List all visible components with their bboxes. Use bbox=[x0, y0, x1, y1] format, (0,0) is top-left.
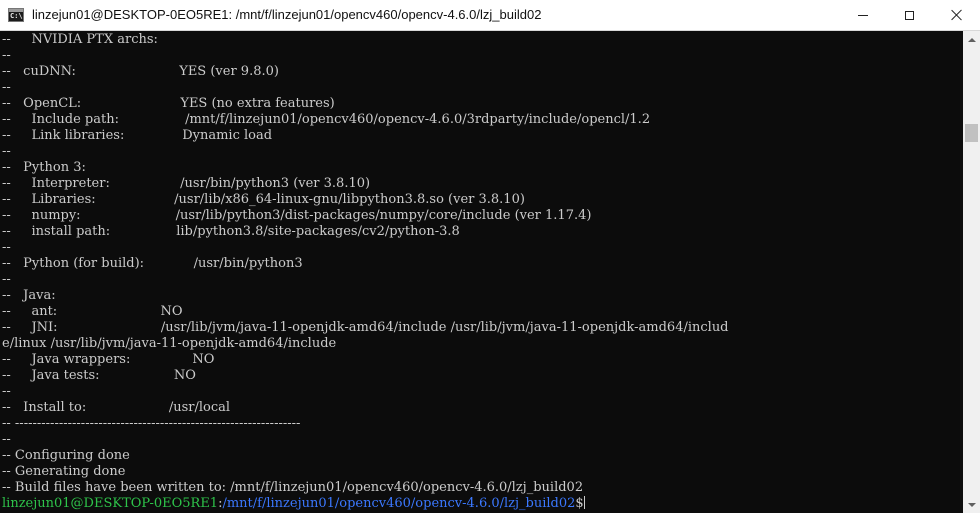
maximize-icon bbox=[904, 10, 914, 20]
scroll-down-button[interactable] bbox=[963, 496, 980, 513]
terminal-line: -- Include path: /mnt/f/linzejun01/openc… bbox=[2, 112, 651, 127]
terminal-line: -- bbox=[2, 384, 11, 399]
shell-prompt[interactable]: linzejun01@DESKTOP-0EO5RE1:/mnt/f/linzej… bbox=[2, 496, 729, 512]
terminal-line: -- Java wrappers: NO bbox=[2, 352, 215, 367]
terminal-line: -- JNI: /usr/lib/jvm/java-11-openjdk-amd… bbox=[2, 320, 729, 335]
scroll-up-button[interactable] bbox=[963, 31, 980, 48]
minimize-button[interactable] bbox=[840, 0, 886, 30]
terminal-line: -- Interpreter: /usr/bin/python3 (ver 3.… bbox=[2, 176, 371, 191]
terminal-line: -- bbox=[2, 272, 11, 287]
terminal-line: -- Python 3: bbox=[2, 160, 86, 175]
terminal-line: -- numpy: /usr/lib/python3/dist-packages… bbox=[2, 208, 592, 223]
terminal-line: -- Python (for build): /usr/bin/python3 bbox=[2, 256, 303, 271]
terminal-line: -- cuDNN: YES (ver 9.8.0) bbox=[2, 64, 279, 79]
text-cursor bbox=[583, 496, 585, 509]
terminal-line: -- bbox=[2, 48, 11, 63]
terminal-line: -- Libraries: /usr/lib/x86_64-linux-gnu/… bbox=[2, 192, 525, 207]
scrollbar-thumb[interactable] bbox=[965, 124, 978, 142]
terminal-line: -- Java: bbox=[2, 288, 56, 303]
prompt-path: /mnt/f/linzejun01/opencv460/opencv-4.6.0… bbox=[222, 496, 576, 511]
vertical-scrollbar[interactable] bbox=[963, 31, 980, 513]
terminal-line: -- bbox=[2, 240, 11, 255]
terminal-line: -- OpenCL: YES (no extra features) bbox=[2, 96, 335, 111]
close-button[interactable] bbox=[934, 0, 980, 30]
title-bar[interactable]: C:\ linzejun01@DESKTOP-0EO5RE1: /mnt/f/l… bbox=[0, 0, 980, 31]
arrow-down-icon bbox=[967, 502, 976, 507]
terminal-lines: -- NVIDIA PTX archs: -- -- cuDNN: YES (v… bbox=[2, 32, 729, 512]
console-icon-text: C:\ bbox=[10, 12, 23, 20]
terminal-line: e/linux /usr/lib/jvm/java-11-openjdk-amd… bbox=[2, 336, 337, 351]
terminal-line: -- Java tests: NO bbox=[2, 368, 196, 383]
prompt-user-host: linzejun01@DESKTOP-0EO5RE1 bbox=[2, 496, 219, 511]
terminal-line: -- Link libraries: Dynamic load bbox=[2, 128, 273, 143]
terminal-window: C:\ linzejun01@DESKTOP-0EO5RE1: /mnt/f/l… bbox=[0, 0, 980, 513]
terminal-line: -- install path: lib/python3.8/site-pack… bbox=[2, 224, 460, 239]
terminal-line: -- bbox=[2, 80, 11, 95]
terminal-line: -- Generating done bbox=[2, 464, 126, 479]
terminal-output[interactable]: -- NVIDIA PTX archs: -- -- cuDNN: YES (v… bbox=[0, 31, 963, 513]
terminal-line: -- bbox=[2, 144, 11, 159]
terminal-line: -- Install to: /usr/local bbox=[2, 400, 231, 415]
window-title: linzejun01@DESKTOP-0EO5RE1: /mnt/f/linze… bbox=[32, 7, 542, 22]
arrow-up-icon bbox=[967, 37, 976, 42]
terminal-line: -- -------------------------------------… bbox=[2, 416, 301, 431]
maximize-button[interactable] bbox=[886, 0, 932, 30]
console-icon[interactable]: C:\ bbox=[8, 8, 24, 22]
prompt-symbol: $ bbox=[575, 496, 584, 511]
terminal-line: -- Configuring done bbox=[2, 448, 130, 463]
terminal-line: -- ant: NO bbox=[2, 304, 183, 319]
minimize-icon bbox=[858, 14, 868, 16]
terminal-line: -- NVIDIA PTX archs: bbox=[2, 32, 158, 47]
terminal-line: -- bbox=[2, 432, 11, 447]
terminal-line: -- Build files have been written to: /mn… bbox=[2, 480, 584, 495]
close-icon bbox=[951, 9, 963, 21]
